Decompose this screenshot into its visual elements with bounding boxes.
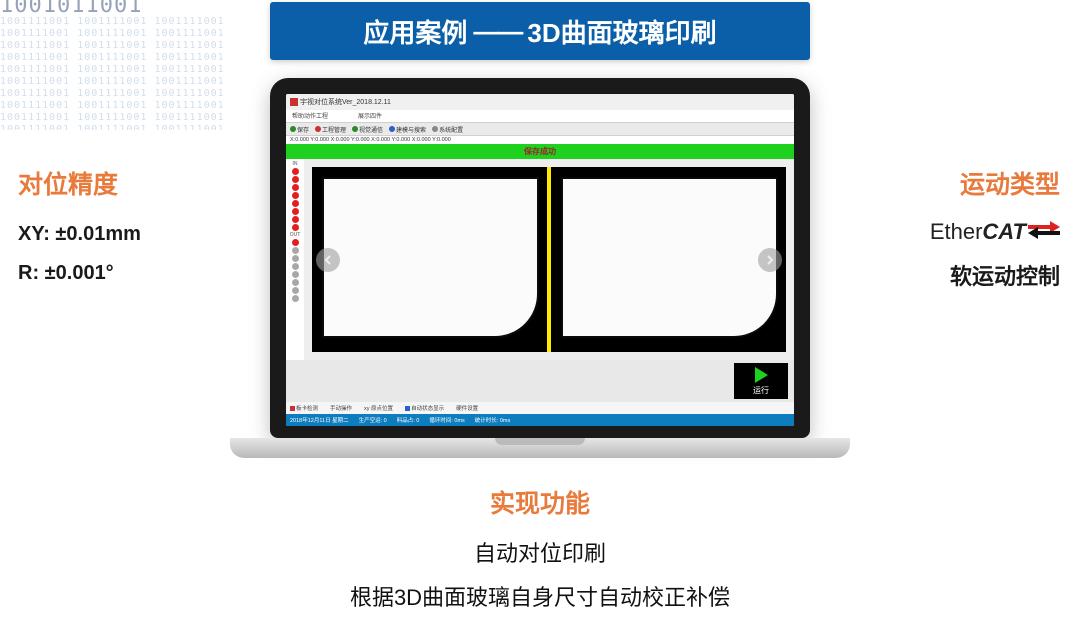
- function-block: 实现功能 自动对位印刷 根据3D曲面玻璃自身尺寸自动校正补偿: [0, 484, 1080, 624]
- led-out-5: [292, 271, 299, 278]
- sidebar-in-label: IN: [287, 161, 303, 167]
- app-window: 宇视对位系统Ver_2018.12.11 帮助动作工程 展示四件 保存 工程管理…: [286, 94, 794, 426]
- led-out-1: [292, 239, 299, 246]
- precision-heading: 对位精度: [18, 165, 218, 201]
- coords-readout: X:0.000 Y:0.000 X:0.000 Y:0.000 X:0.000 …: [286, 136, 794, 144]
- led-in-8: [292, 224, 299, 231]
- bottom-bar: 2018年12月11日 星期二 生产空运: 0 料品占: 0 循环时间: 0ms…: [286, 414, 794, 426]
- camera-canvas: [304, 159, 794, 360]
- sidebar-out-label: OUT: [287, 232, 303, 238]
- title-prefix: 应用案例: [363, 13, 467, 50]
- led-out-8: [292, 295, 299, 302]
- prev-camera-icon[interactable]: [316, 248, 340, 272]
- status-auto-display[interactable]: 自动状态显示: [405, 404, 444, 412]
- function-line-2: 根据3D曲面玻璃自身尺寸自动校正补偿: [0, 580, 1080, 612]
- card-icon: [290, 406, 295, 411]
- function-heading: 实现功能: [0, 484, 1080, 520]
- bottom-stats: 统计时长: 0ms: [475, 416, 510, 424]
- bottom-material: 料品占: 0: [397, 416, 420, 424]
- status-origin[interactable]: xy 原点位置: [364, 404, 393, 412]
- run-label: 运行: [753, 385, 769, 396]
- menu-item-1[interactable]: 帮助动作工程: [292, 111, 328, 122]
- ethercat-arrows-icon: [1028, 221, 1060, 244]
- status-card-detect[interactable]: 板卡检测: [290, 404, 318, 412]
- status-banner: 保存成功: [286, 144, 794, 159]
- precision-xy: XY: ±0.01mm: [18, 223, 218, 246]
- modeling-icon: [389, 126, 395, 132]
- ethercat-cat: CAT: [982, 219, 1026, 245]
- run-button[interactable]: 运行: [734, 363, 788, 399]
- status-row: 板卡检测 手动操作 xy 原点位置 自动状态显示 硬件设置: [286, 402, 794, 414]
- laptop: 宇视对位系统Ver_2018.12.11 帮助动作工程 展示四件 保存 工程管理…: [230, 78, 850, 458]
- led-out-4: [292, 263, 299, 270]
- camera-right-pane: [551, 167, 786, 352]
- led-out-7: [292, 287, 299, 294]
- motion-block: 运动类型 EtherCAT 软运动控制: [900, 165, 1060, 291]
- glass-right: [561, 177, 778, 338]
- title-dash: ——: [473, 16, 521, 47]
- title-banner: 应用案例 —— 3D曲面玻璃印刷: [270, 2, 810, 60]
- bottom-cycle: 循环时间: 0ms: [429, 416, 464, 424]
- function-line-1: 自动对位印刷: [0, 536, 1080, 568]
- laptop-base: [230, 438, 850, 458]
- status-hardware[interactable]: 硬件设置: [456, 404, 478, 412]
- save-icon: [290, 126, 296, 132]
- led-in-4: [292, 192, 299, 199]
- led-in-5: [292, 200, 299, 207]
- led-in-7: [292, 216, 299, 223]
- next-camera-icon[interactable]: [758, 248, 782, 272]
- ethercat-ether: Ether: [930, 219, 983, 245]
- app-titlebar: 宇视对位系统Ver_2018.12.11: [286, 94, 794, 110]
- motion-heading: 运动类型: [900, 165, 1060, 201]
- precision-block: 对位精度 XY: ±0.01mm R: ±0.001°: [18, 165, 218, 301]
- app-toolbar: 保存 工程管理 视觉通信 建模与搜索 系统配置: [286, 122, 794, 136]
- menu-item-2[interactable]: 展示四件: [358, 111, 382, 122]
- led-in-2: [292, 176, 299, 183]
- run-row: 运行: [286, 360, 794, 402]
- vision-icon: [352, 126, 358, 132]
- laptop-bezel: 宇视对位系统Ver_2018.12.11 帮助动作工程 展示四件 保存 工程管理…: [270, 78, 810, 438]
- toolbar-vision[interactable]: 视觉通信: [352, 125, 383, 134]
- bottom-prod: 生产空运: 0: [359, 416, 387, 424]
- toolbar-system[interactable]: 系统配置: [432, 125, 463, 134]
- project-icon: [315, 126, 321, 132]
- io-sidebar: IN OUT: [286, 159, 304, 360]
- motion-sub: 软运动控制: [900, 259, 1060, 291]
- app-menubar: 帮助动作工程 展示四件: [286, 110, 794, 122]
- display-icon: [405, 406, 410, 411]
- app-icon: [290, 98, 298, 106]
- title-suffix: 3D曲面玻璃印刷: [527, 13, 716, 50]
- play-icon: [755, 367, 768, 383]
- led-out-3: [292, 255, 299, 262]
- app-main-area: IN OUT: [286, 159, 794, 360]
- toolbar-save[interactable]: 保存: [290, 125, 309, 134]
- bottom-date: 2018年12月11日 星期二: [290, 416, 349, 424]
- system-icon: [432, 126, 438, 132]
- ethercat-logo: EtherCAT: [900, 219, 1060, 245]
- led-in-1: [292, 168, 299, 175]
- toolbar-project[interactable]: 工程管理: [315, 125, 346, 134]
- toolbar-modeling[interactable]: 建模与搜索: [389, 125, 426, 134]
- app-title: 宇视对位系统Ver_2018.12.11: [300, 97, 391, 107]
- led-out-6: [292, 279, 299, 286]
- led-in-6: [292, 208, 299, 215]
- status-manual[interactable]: 手动操作: [330, 404, 352, 412]
- led-out-2: [292, 247, 299, 254]
- led-in-3: [292, 184, 299, 191]
- precision-r: R: ±0.001°: [18, 262, 218, 285]
- glass-left: [322, 177, 539, 338]
- camera-left-pane: [312, 167, 551, 352]
